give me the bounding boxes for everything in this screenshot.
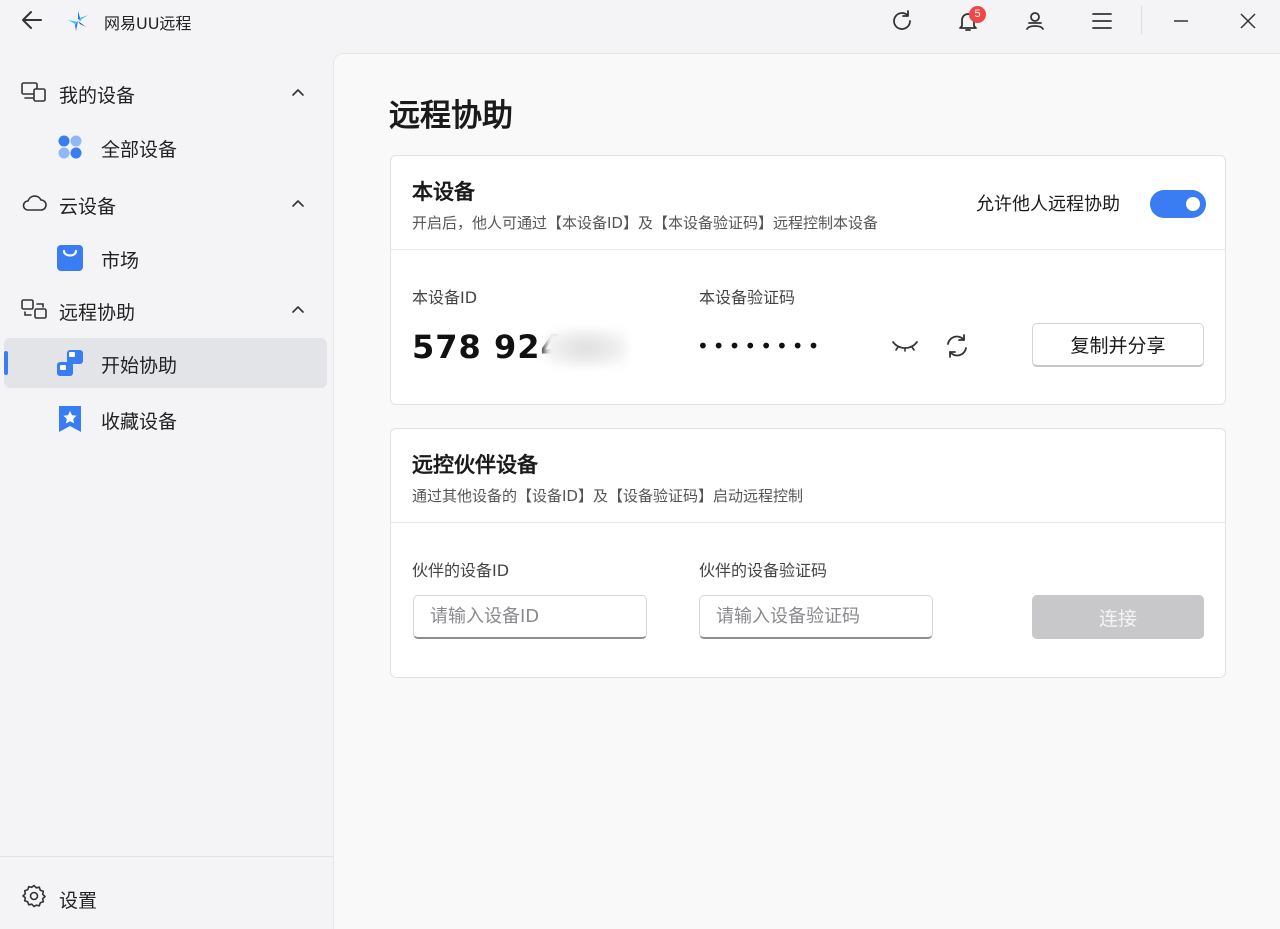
sidebar-item-all-devices[interactable]: 全部设备 [4,122,327,172]
sidebar-group-label: 我的设备 [59,85,136,107]
sidebar-item-label: 收藏设备 [101,411,178,433]
sidebar-group-remote-assist[interactable]: 远程协助 [0,288,333,328]
sidebar-group-label: 云设备 [59,196,117,218]
user-icon[interactable] [1022,8,1048,34]
main-content: 远程协助 本设备 开启后，他人可通过【本设备ID】及【本设备验证码】远程控制本设… [333,53,1280,929]
devices-icon [21,81,47,103]
partner-device-card: 远控伙伴设备 通过其他设备的【设备ID】及【设备验证码】启动远程控制 伙伴的设备… [390,428,1226,678]
device-id-blur-mask [544,329,628,367]
card-title: 本设备 [412,180,475,204]
shopping-bag-icon [56,244,84,272]
notification-badge: 5 [969,6,986,23]
start-assist-icon [56,349,84,377]
settings-label: 设置 [59,890,98,912]
partner-code-input[interactable] [699,595,933,639]
verification-code-value: •••••••• [697,334,824,358]
app-logo-icon [66,9,90,33]
toggle-knob [1186,197,1200,211]
allow-remote-label: 允许他人远程协助 [976,194,1120,215]
refresh-icon[interactable] [889,8,915,34]
sidebar-item-market[interactable]: 市场 [4,233,327,283]
bookmark-star-icon [56,405,84,433]
card-header: 本设备 开启后，他人可通过【本设备ID】及【本设备验证码】远程控制本设备 允许他… [391,156,1225,250]
sidebar-item-label: 市场 [101,250,140,272]
sidebar-group-my-devices[interactable]: 我的设备 [0,71,333,111]
device-id-label: 本设备ID [412,288,478,307]
refresh-code-icon[interactable] [943,332,971,360]
sidebar-item-start-assist[interactable]: 开始协助 [4,338,327,388]
title-bar: 网易UU远程 5 [0,0,1280,40]
sidebar: 我的设备 全部设备 云设备 市场 远程协助 开始协助 收藏设备 设置 [0,40,333,929]
connect-button[interactable]: 连接 [1032,595,1204,639]
notification-button[interactable]: 5 [955,6,986,34]
eye-closed-icon[interactable] [891,332,919,360]
page-title: 远程协助 [389,98,513,134]
back-arrow-icon[interactable] [21,9,43,31]
this-device-card: 本设备 开启后，他人可通过【本设备ID】及【本设备验证码】远程控制本设备 允许他… [390,155,1226,405]
chevron-up-icon [290,301,306,315]
verification-code-label: 本设备验证码 [699,288,796,307]
device-id-value: 578 924 [412,328,564,366]
active-indicator [4,351,8,375]
allow-remote-toggle[interactable] [1150,190,1206,218]
menu-icon[interactable] [1089,8,1115,34]
gear-icon [22,884,46,908]
sidebar-group-label: 远程协助 [59,302,136,324]
sidebar-item-label: 全部设备 [101,139,178,161]
sidebar-divider [0,856,333,857]
card-title: 远控伙伴设备 [412,453,538,477]
chevron-up-icon [290,195,306,209]
cloud-icon [21,192,47,214]
partner-code-label: 伙伴的设备验证码 [699,561,828,580]
partner-id-label: 伙伴的设备ID [412,561,510,580]
partner-id-input[interactable] [413,595,647,639]
close-icon[interactable] [1235,8,1261,34]
remote-assist-icon [21,298,47,320]
sidebar-item-label: 开始协助 [101,355,178,377]
sidebar-item-favorite-devices[interactable]: 收藏设备 [4,394,327,444]
titlebar-divider [1141,6,1142,34]
sidebar-settings[interactable]: 设置 [0,876,333,916]
minimize-icon[interactable] [1168,8,1194,34]
chevron-up-icon [290,84,306,98]
copy-share-button[interactable]: 复制并分享 [1032,323,1204,367]
card-header: 远控伙伴设备 通过其他设备的【设备ID】及【设备验证码】启动远程控制 [391,429,1225,523]
grid-dots-icon [56,133,84,161]
card-description: 通过其他设备的【设备ID】及【设备验证码】启动远程控制 [412,487,803,505]
app-title: 网易UU远程 [104,14,192,33]
card-description: 开启后，他人可通过【本设备ID】及【本设备验证码】远程控制本设备 [412,214,878,232]
sidebar-group-cloud-devices[interactable]: 云设备 [0,182,333,222]
